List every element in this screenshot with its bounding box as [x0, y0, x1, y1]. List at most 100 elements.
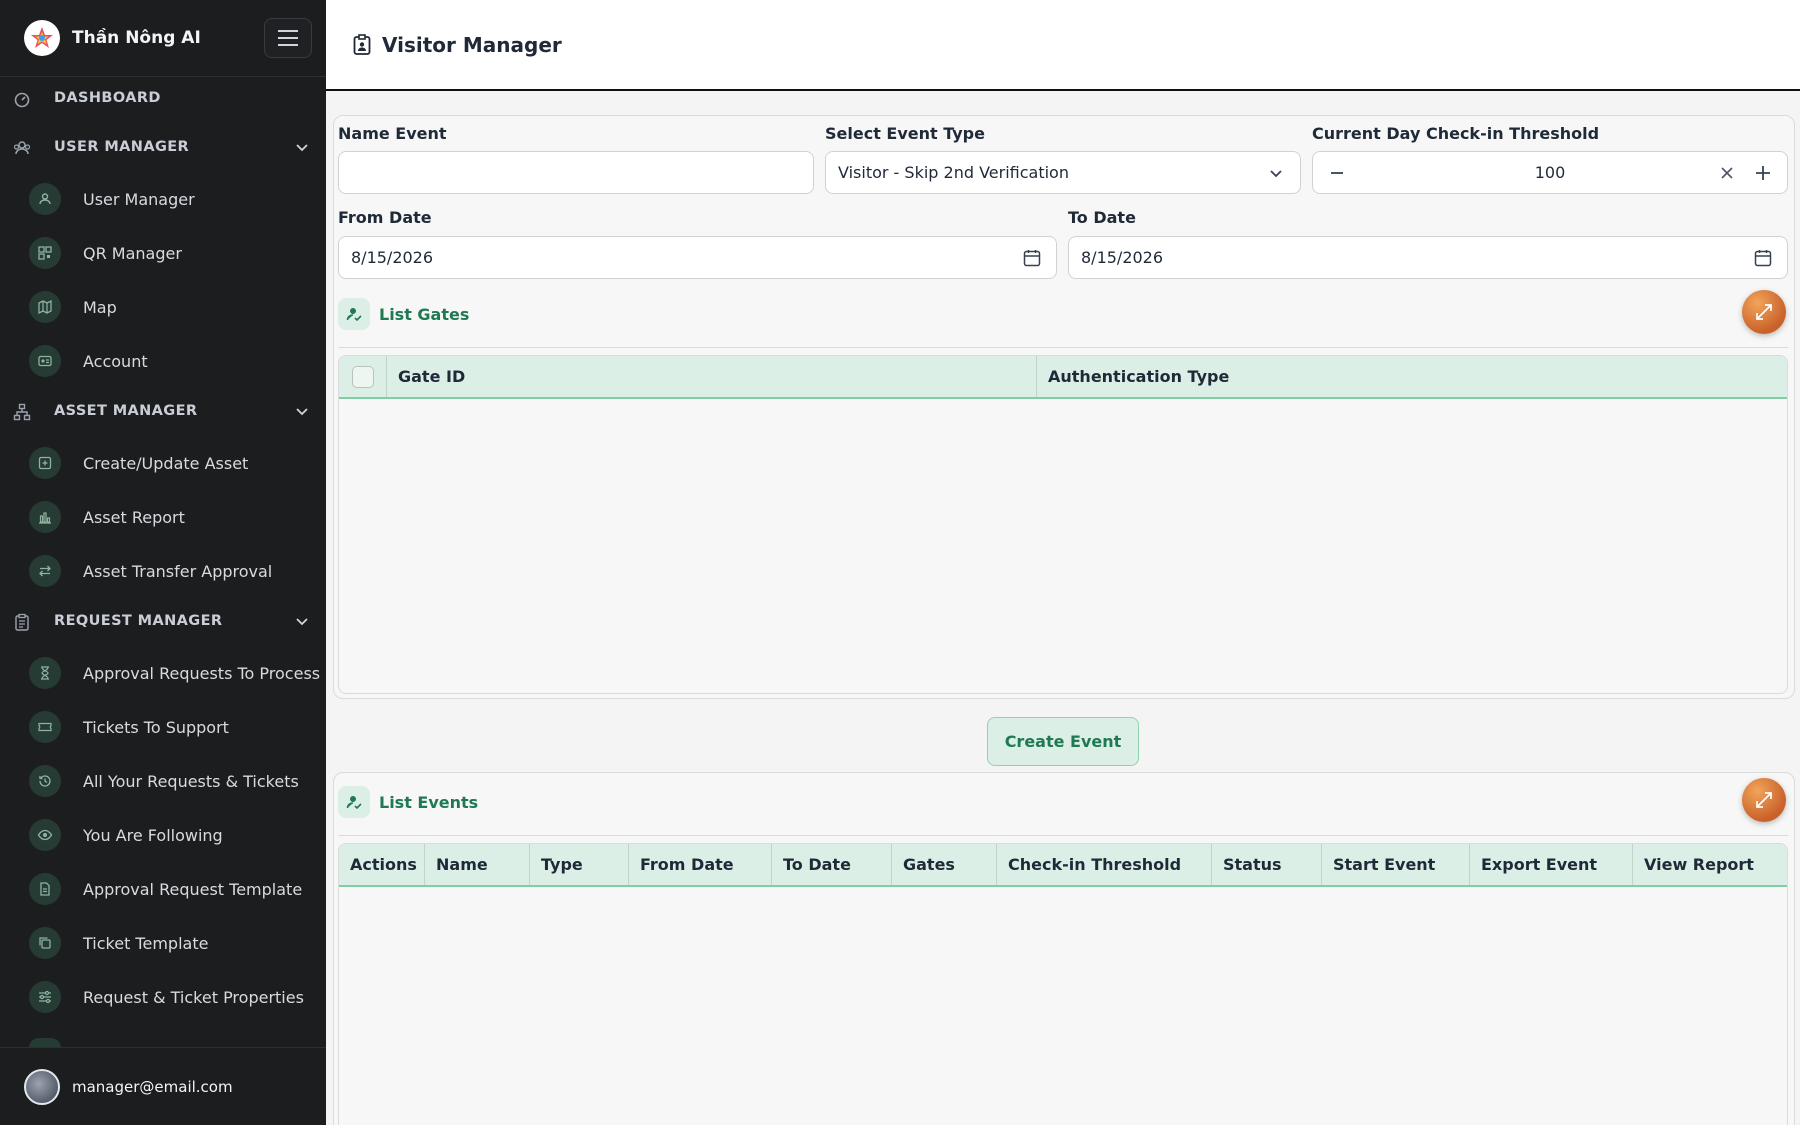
- column-header[interactable]: Export Event: [1470, 844, 1633, 885]
- column-header[interactable]: Type: [530, 844, 629, 885]
- sidebar-header: Thần Nông AI: [0, 0, 326, 77]
- minus-icon[interactable]: [1327, 163, 1347, 183]
- chevron-down-icon: [296, 408, 308, 416]
- qr-code-icon: [29, 237, 61, 269]
- user-check-icon: [338, 786, 370, 818]
- sidebar-item-label: You Are Following: [83, 825, 223, 845]
- column-header[interactable]: View Report: [1633, 844, 1787, 885]
- hamburger-icon: [278, 30, 298, 46]
- users-icon: [29, 183, 61, 215]
- sidebar-item-qr-manager[interactable]: QR Manager: [0, 228, 326, 278]
- column-header[interactable]: Name: [425, 844, 530, 885]
- sidebar-item-label: Map: [83, 297, 117, 317]
- from-date-picker[interactable]: 8/15/2026: [338, 236, 1057, 279]
- avatar: [24, 1068, 60, 1105]
- sidebar-item-all-your-requests-tickets[interactable]: All Your Requests & Tickets: [0, 756, 326, 806]
- section-user-manager[interactable]: USER MANAGER: [0, 127, 326, 167]
- sidebar-item-label: Ticket Template: [83, 933, 209, 953]
- app-logo: [24, 20, 60, 56]
- threshold-stepper[interactable]: 100: [1312, 151, 1788, 194]
- menu-toggle-button[interactable]: [264, 18, 312, 58]
- list-events-title: List Events: [379, 792, 479, 812]
- to-date-label: To Date: [1068, 208, 1136, 227]
- create-event-button[interactable]: Create Event: [987, 717, 1139, 766]
- dashboard-icon: [14, 92, 30, 108]
- sidebar-item-label: All Your Requests & Tickets: [83, 771, 299, 791]
- divider: [338, 835, 1788, 836]
- event-type-label: Select Event Type: [825, 124, 985, 143]
- to-date-value: 8/15/2026: [1081, 248, 1164, 267]
- select-all-checkbox[interactable]: [351, 365, 374, 388]
- clear-icon[interactable]: [1717, 163, 1737, 183]
- sidebar-item-label: Asset Report: [83, 507, 185, 527]
- badge-icon: [353, 33, 371, 55]
- sidebar-item-label: Asset Transfer Approval: [83, 561, 273, 581]
- expand-gates-button[interactable]: [1742, 290, 1786, 334]
- list-events-header: List Events: [338, 786, 478, 818]
- chevron-down-icon: [296, 618, 308, 626]
- event-type-select[interactable]: Visitor - Skip 2nd Verification: [825, 151, 1301, 194]
- column-header[interactable]: Gate ID: [387, 356, 1037, 397]
- from-date-label: From Date: [338, 208, 432, 227]
- column-header[interactable]: Actions: [339, 844, 425, 885]
- sidebar-item-asset-transfer-approval[interactable]: Asset Transfer Approval: [0, 546, 326, 596]
- section-request-manager[interactable]: REQUEST MANAGER: [0, 601, 326, 641]
- hierarchy-icon: [13, 403, 31, 421]
- calendar-icon[interactable]: [1022, 248, 1042, 268]
- sidebar-item-approval-request-template[interactable]: Approval Request Template: [0, 864, 326, 914]
- gates-table: Gate ID Authentication Type: [338, 355, 1788, 694]
- column-header[interactable]: Status: [1212, 844, 1322, 885]
- list-gates-title: List Gates: [379, 304, 470, 324]
- section-asset-manager[interactable]: ASSET MANAGER: [0, 391, 326, 431]
- page-title: Visitor Manager: [382, 32, 562, 57]
- column-header[interactable]: To Date: [772, 844, 892, 885]
- sidebar-item-ticket-template[interactable]: Ticket Template: [0, 918, 326, 968]
- event-type-value: Visitor - Skip 2nd Verification: [838, 163, 1069, 182]
- users-icon: [13, 141, 31, 155]
- expand-events-button[interactable]: [1742, 778, 1786, 822]
- sidebar-item-asset-report[interactable]: Asset Report: [0, 492, 326, 542]
- select-all-cell: [339, 356, 387, 397]
- user-profile[interactable]: manager@email.com: [0, 1047, 326, 1125]
- section-dashboard[interactable]: DASHBOARD: [0, 78, 326, 118]
- section-label: USER MANAGER: [54, 139, 190, 155]
- to-date-picker[interactable]: 8/15/2026: [1068, 236, 1788, 279]
- sidebar-item-label: Approval Request Template: [83, 879, 303, 899]
- sidebar-item-user-manager[interactable]: User Manager: [0, 174, 326, 224]
- column-header[interactable]: Gates: [892, 844, 997, 885]
- history-icon: [29, 765, 61, 797]
- plus-square-icon: [29, 447, 61, 479]
- bar-chart-icon: [29, 501, 61, 533]
- chevron-down-icon: [296, 144, 308, 152]
- divider: [338, 347, 1788, 348]
- sidebar-item-you-are-following[interactable]: You Are Following: [0, 810, 326, 860]
- list-gates-header: List Gates: [338, 298, 469, 330]
- sliders-icon: [29, 981, 61, 1013]
- chevron-down-icon: [1270, 170, 1282, 178]
- copy-icon: [29, 927, 61, 959]
- calendar-icon[interactable]: [1753, 248, 1773, 268]
- section-label: REQUEST MANAGER: [54, 613, 223, 629]
- page-header: Visitor Manager: [326, 0, 1800, 91]
- column-header[interactable]: Authentication Type: [1037, 356, 1787, 397]
- sidebar: Thần Nông AI DASHBOARD USER MANAGER User…: [0, 0, 326, 1125]
- name-event-input[interactable]: [338, 151, 814, 194]
- hourglass-icon: [29, 657, 61, 689]
- sidebar-item-create-update-asset[interactable]: Create/Update Asset: [0, 438, 326, 488]
- section-label: DASHBOARD: [54, 90, 161, 106]
- column-header[interactable]: Start Event: [1322, 844, 1470, 885]
- sidebar-item-map[interactable]: Map: [0, 282, 326, 332]
- column-header[interactable]: Check-in Threshold: [997, 844, 1212, 885]
- threshold-value: 100: [1534, 163, 1566, 182]
- transfer-icon: [29, 555, 61, 587]
- column-header[interactable]: From Date: [629, 844, 772, 885]
- sidebar-item-tickets-to-support[interactable]: Tickets To Support: [0, 702, 326, 752]
- plus-icon[interactable]: [1753, 163, 1773, 183]
- sidebar-item-account[interactable]: Account: [0, 336, 326, 386]
- document-icon: [29, 873, 61, 905]
- section-label: ASSET MANAGER: [54, 403, 198, 419]
- events-table-header: Actions Name Type From Date To Date Gate…: [339, 844, 1787, 887]
- expand-icon: [1756, 792, 1772, 808]
- sidebar-item-request-ticket-properties[interactable]: Request & Ticket Properties: [0, 972, 326, 1022]
- sidebar-item-approval-requests-to-process[interactable]: Approval Requests To Process: [0, 648, 326, 698]
